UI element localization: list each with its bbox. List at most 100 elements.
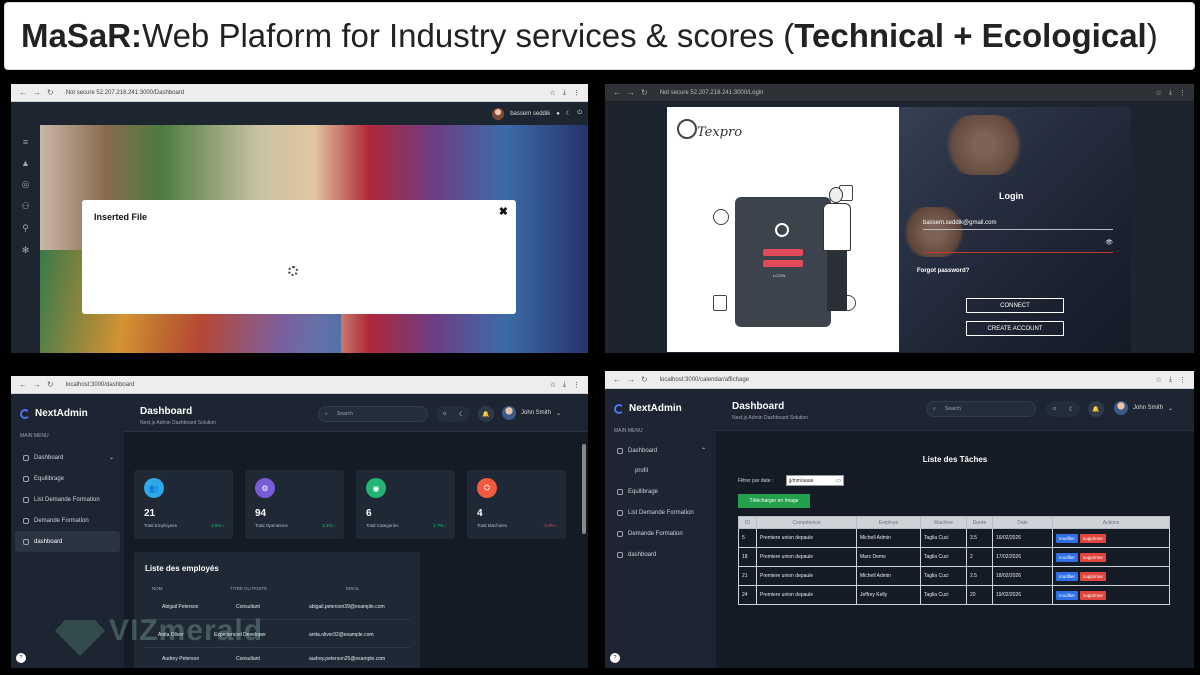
cell-duration: 20 — [966, 585, 993, 605]
chart-icon[interactable]: ▲ — [21, 158, 30, 168]
column-header: TITRE DU POSTE — [230, 586, 268, 591]
table-row[interactable]: 24 Premiere union depaule Jeffrey Kelly … — [738, 585, 1170, 605]
menu-icon[interactable]: ⋮ — [573, 381, 580, 389]
modify-button[interactable]: modifier — [1056, 552, 1079, 562]
settings-icon[interactable]: ✻ — [22, 245, 30, 256]
modify-button[interactable]: modifier — [1056, 533, 1079, 543]
help-icon[interactable]: ? — [610, 653, 620, 663]
person-icon[interactable]: ⚲ — [22, 223, 29, 234]
table-row[interactable]: Audrey Peterson Consultant audrey.peters… — [144, 650, 410, 668]
download-icon[interactable]: ⤓ — [563, 89, 566, 97]
sidebar-item-dashboard[interactable]: Dashboard ⌄ — [11, 447, 124, 468]
create-account-button[interactable]: CREATE ACCOUNT — [966, 321, 1064, 336]
reload-icon[interactable]: ↻ — [47, 380, 54, 389]
sidebar-item-list-demande[interactable]: List Demande Formation — [11, 489, 124, 510]
url-bar[interactable]: localhost:3000/dashboard — [66, 382, 550, 388]
modify-button[interactable]: modifier — [1056, 590, 1079, 600]
back-icon[interactable]: ← — [19, 380, 27, 389]
scrollbar[interactable] — [582, 444, 586, 534]
delete-button[interactable]: supprimer — [1080, 590, 1107, 600]
forward-icon[interactable]: → — [627, 375, 635, 384]
download-icon[interactable]: ⤓ — [1169, 376, 1172, 384]
date-filter-input[interactable]: jj/mm/aaaa ▭ — [786, 475, 844, 486]
stat-label: Total Machines — [477, 523, 508, 528]
password-field[interactable]: 👁 — [923, 239, 1113, 253]
help-icon[interactable]: ? — [16, 653, 26, 663]
delete-button[interactable]: supprimer — [1080, 571, 1107, 581]
modify-button[interactable]: modifier — [1056, 571, 1079, 581]
sidebar-item-demande-formation[interactable]: Demande Formation — [11, 510, 124, 531]
connect-button[interactable]: CONNECT — [966, 298, 1064, 313]
chevron-down-icon: ⌄ — [108, 455, 114, 461]
menu-icon[interactable]: ⋮ — [573, 89, 580, 97]
forward-icon[interactable]: → — [33, 88, 41, 97]
back-icon[interactable]: ← — [19, 88, 27, 97]
table-row[interactable]: 18 Premiere union depaule Marc Demo Tagl… — [738, 547, 1170, 567]
back-icon[interactable]: ← — [613, 375, 621, 384]
user-menu[interactable]: John Smith ⌄ — [1114, 401, 1173, 415]
browser-bar: ← → ↻ Not secure 52.207.216.241:3000/Dashb… — [11, 84, 588, 102]
theme-toggle[interactable]: ☼ ☾ — [1046, 401, 1080, 417]
search-input[interactable]: ⌕ Search — [318, 406, 428, 422]
eye-icon[interactable]: 👁 — [1105, 240, 1113, 246]
power-icon[interactable]: ⏻ — [577, 110, 582, 117]
reload-icon[interactable]: ↻ — [641, 375, 648, 384]
app-content: NextAdmin MAIN MENU Dashboard ⌃ profil Eq… — [605, 389, 1194, 668]
table-row[interactable]: 5 Premiere union depaule Michell Admin T… — [738, 528, 1170, 548]
cell-id: 5 — [738, 528, 757, 548]
back-icon[interactable]: ← — [613, 88, 621, 97]
sidebar-item-list-demande[interactable]: List Demande Formation — [605, 502, 716, 523]
forgot-password-link[interactable]: Forgot password? — [917, 268, 969, 274]
sidebar-item-dashboard-2[interactable]: dashboard — [605, 544, 716, 565]
delete-button[interactable]: supprimer — [1080, 552, 1107, 562]
star-icon[interactable]: ☆ — [550, 89, 556, 97]
forward-icon[interactable]: → — [33, 380, 41, 389]
filter-label: Filtrer par date : — [738, 478, 774, 484]
url-bar[interactable]: Not secure 52.207.216.241:3000/Login — [660, 90, 1156, 96]
user-icon[interactable]: ⚇ — [21, 201, 29, 212]
forward-icon[interactable]: → — [627, 88, 635, 97]
table-row[interactable]: 21 Premiere union depaule Michell Admin … — [738, 566, 1170, 586]
column-header: ID — [738, 516, 757, 529]
stat-card: ⚙ 94 Total Operations 3.1% ↑ — [245, 470, 344, 539]
cell-actions: modifier supprimer — [1052, 547, 1170, 567]
sidebar-item-equilibrage[interactable]: Equilibrage — [11, 468, 124, 489]
light-icon[interactable]: ● — [556, 111, 560, 117]
theme-toggle[interactable]: ☼ ☾ — [436, 406, 470, 422]
search-input[interactable]: ⌕ Search — [926, 401, 1036, 417]
star-icon[interactable]: ☆ — [550, 381, 556, 389]
delete-button[interactable]: supprimer — [1080, 533, 1107, 543]
bell-icon[interactable]: 🔔 — [478, 406, 494, 422]
sidebar-item-dashboard[interactable]: Dashboard ⌃ — [605, 440, 716, 461]
user-menu[interactable]: John Smith ⌄ — [502, 406, 561, 420]
close-icon[interactable]: ✖ — [499, 205, 508, 218]
column-header: Compétence — [756, 516, 857, 529]
main-area: Dashboard Next.js Admin Dashboard Soluti… — [716, 389, 1194, 668]
menu-icon[interactable]: ≡ — [23, 137, 28, 147]
sidebar-item-equilibrage[interactable]: Equilibrage — [605, 481, 716, 502]
sidebar-item-demande-formation[interactable]: Demande Formation — [605, 523, 716, 544]
star-icon[interactable]: ☆ — [1156, 89, 1162, 97]
email-field[interactable]: bassem.seddik@gmail.com — [923, 220, 1113, 230]
reload-icon[interactable]: ↻ — [641, 88, 648, 97]
moon-icon[interactable]: ☾ — [566, 110, 571, 117]
sidebar-subitem-profil[interactable]: profil — [605, 461, 716, 481]
menu-icon[interactable]: ⋮ — [1179, 89, 1186, 97]
download-icon[interactable]: ⤓ — [1169, 89, 1172, 97]
globe-icon[interactable]: ◎ — [22, 179, 30, 190]
star-icon[interactable]: ☆ — [1156, 376, 1162, 384]
avatar — [1114, 401, 1128, 415]
moon-icon: ☾ — [458, 411, 465, 418]
bell-icon[interactable]: 🔔 — [1088, 401, 1104, 417]
url-bar[interactable]: Not secure 52.207.216.241:3000/Dashboard — [66, 90, 550, 96]
sun-icon: ☼ — [1051, 406, 1058, 412]
calendar-icon[interactable]: ▭ — [836, 478, 841, 484]
avatar[interactable] — [492, 107, 505, 120]
menu-icon[interactable]: ⋮ — [1179, 376, 1186, 384]
reload-icon[interactable]: ↻ — [47, 88, 54, 97]
download-image-button[interactable]: Télécharger en Image — [738, 494, 810, 508]
collage-root: MaSaR: Web Plaform for Industry services… — [0, 0, 1200, 675]
url-bar[interactable]: localhost:3000/calendar/affichage — [660, 377, 1156, 383]
download-icon[interactable]: ⤓ — [563, 381, 566, 389]
sidebar-item-dashboard-active[interactable]: dashboard — [15, 531, 120, 552]
